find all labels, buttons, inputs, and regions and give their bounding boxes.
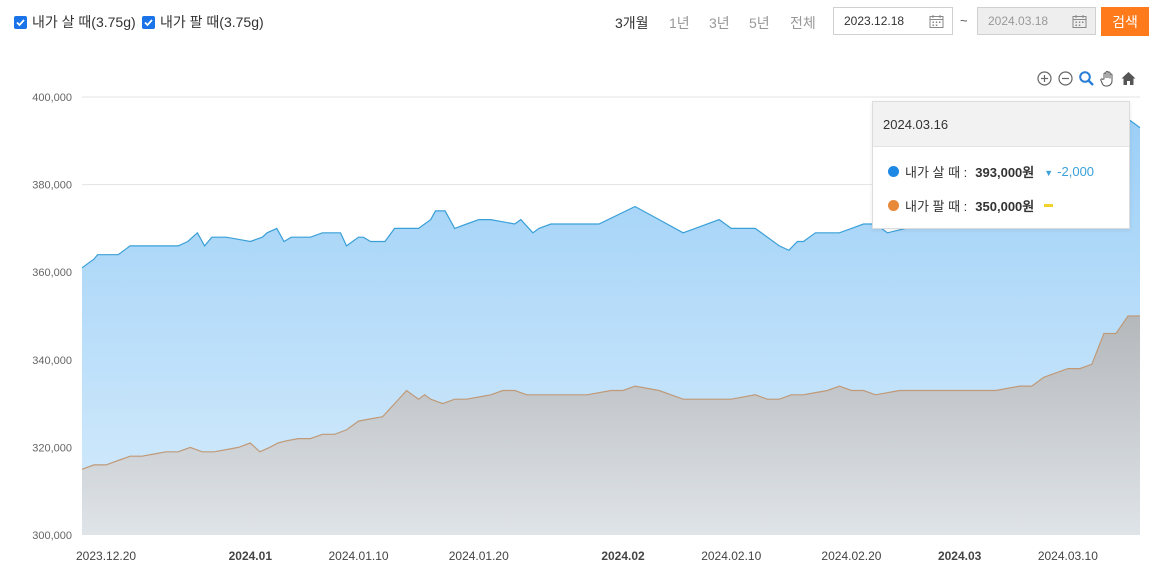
x-tick-label: 2024.02.20 [821, 549, 881, 563]
tooltip-row-sell: 내가 팔 때 : 350,000원 [888, 196, 1054, 215]
gold-price-chart: 300,000 320,000 340,000 360,000 380,000 400,0… [32, 92, 1141, 563]
tooltip-buy-change: ▼ -2,000 [1044, 164, 1094, 179]
tooltip-buy-change-value: -2,000 [1057, 164, 1095, 179]
x-tick-label: 2023.12.20 [76, 549, 136, 563]
chart-tooltip: 2024.03.16 내가 살 때 : 393,000원 ▼ -2,000 내가 … [872, 101, 1130, 229]
y-tick-label: 380,000 [32, 180, 72, 192]
tooltip-buy-label: 내가 살 때 : [905, 165, 968, 180]
tooltip-date: 2024.03.16 [873, 102, 1129, 147]
x-tick-label: 2024.02.10 [701, 549, 761, 563]
x-tick-label: 2024.02 [601, 549, 645, 563]
y-tick-label: 320,000 [32, 442, 72, 454]
x-tick-label: 2024.01.20 [449, 549, 509, 563]
triangle-down-icon: ▼ [1044, 168, 1054, 178]
tooltip-buy-value: 393,000원 [975, 165, 1035, 180]
buy-series-dot-icon [888, 166, 899, 177]
flat-change-icon [1044, 204, 1054, 207]
tooltip-sell-label: 내가 팔 때 : [905, 199, 968, 214]
tooltip-row-buy: 내가 살 때 : 393,000원 ▼ -2,000 [888, 162, 1094, 181]
x-axis: 2023.12.20 2024.01 2024.01.10 2024.01.20 202… [76, 549, 1098, 563]
y-axis: 300,000 320,000 340,000 360,000 380,000 400,0… [32, 92, 72, 542]
x-tick-label: 2024.01 [229, 549, 273, 563]
x-tick-label: 2024.03.10 [1038, 549, 1098, 563]
y-tick-label: 340,000 [32, 355, 72, 367]
y-tick-label: 360,000 [32, 267, 72, 279]
y-tick-label: 300,000 [32, 530, 72, 542]
y-tick-label: 400,000 [32, 92, 72, 104]
x-tick-label: 2024.01.10 [328, 549, 388, 563]
sell-series-dot-icon [888, 200, 899, 211]
x-tick-label: 2024.03 [938, 549, 982, 563]
tooltip-sell-value: 350,000원 [975, 199, 1035, 214]
